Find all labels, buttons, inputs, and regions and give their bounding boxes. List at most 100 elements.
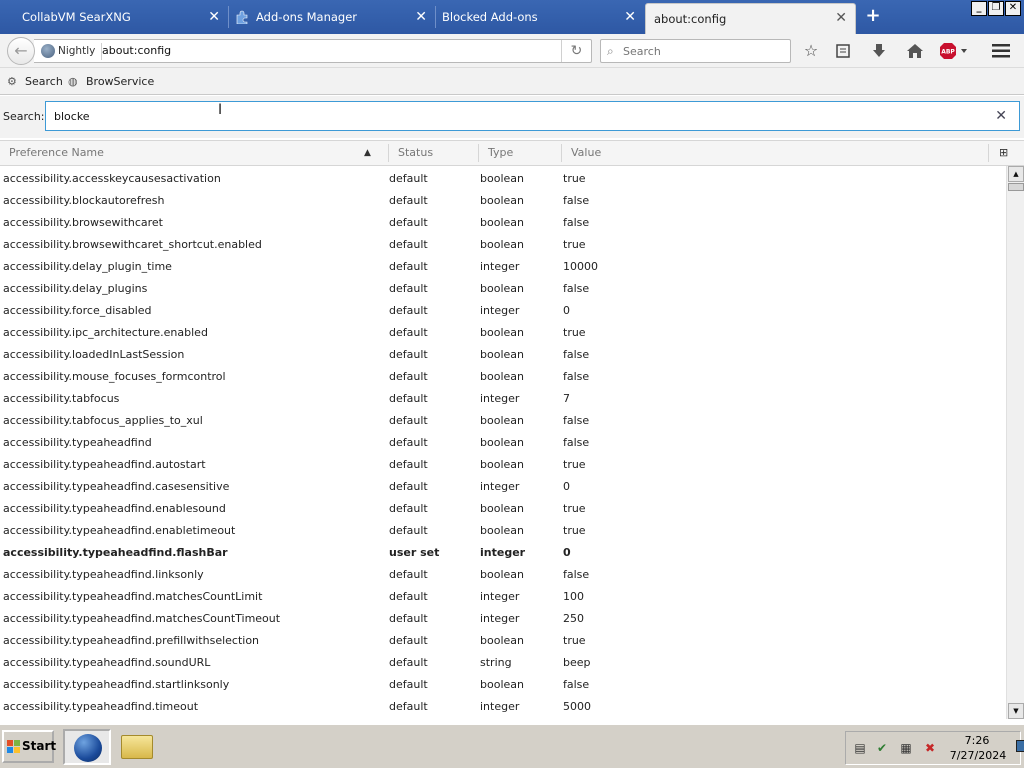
- preference-name: accessibility.typeaheadfind.enabletimeou…: [3, 524, 236, 537]
- search-bar[interactable]: ⌕: [600, 39, 791, 63]
- new-tab-button[interactable]: +: [864, 7, 882, 25]
- preference-row[interactable]: accessibility.typeaheadfind default boolea…: [0, 432, 1006, 454]
- adblock-icon[interactable]: ABP: [940, 40, 970, 62]
- close-window-button[interactable]: ✕: [1005, 1, 1021, 16]
- close-tab-icon[interactable]: ✕: [208, 9, 220, 25]
- config-search-input[interactable]: [54, 108, 954, 124]
- preference-row[interactable]: accessibility.typeaheadfind.linksonly def…: [0, 564, 1006, 586]
- close-tab-icon[interactable]: ✕: [624, 9, 636, 25]
- preference-row[interactable]: accessibility.typeaheadfind.prefillwiths…: [0, 630, 1006, 652]
- network-icon[interactable]: ▦: [898, 740, 914, 756]
- tab-about-config[interactable]: about:config ✕: [645, 3, 856, 34]
- search-input[interactable]: [623, 43, 783, 59]
- preference-row[interactable]: accessibility.tabfocus default integer 7: [0, 388, 1006, 410]
- preference-value: true: [563, 634, 586, 647]
- scroll-down-arrow-icon[interactable]: ▼: [1008, 703, 1024, 719]
- preference-value: true: [563, 458, 586, 471]
- preference-value: false: [563, 568, 590, 581]
- tab-addons-manager[interactable]: Add-ons Manager ✕: [229, 3, 435, 31]
- preference-row[interactable]: accessibility.loadedInLastSession default…: [0, 344, 1006, 366]
- restore-button[interactable]: ❐: [988, 1, 1004, 16]
- preference-row[interactable]: accessibility.typeaheadfind.matchesCount…: [0, 586, 1006, 608]
- taskbar-browser-button[interactable]: [63, 729, 111, 765]
- preference-name: accessibility.typeaheadfind.autostart: [3, 458, 206, 471]
- preference-type: integer: [480, 612, 520, 625]
- preference-row[interactable]: accessibility.blockautorefresh default boo…: [0, 190, 1006, 212]
- preference-name: accessibility.delay_plugins: [3, 282, 148, 295]
- preference-value: false: [563, 282, 590, 295]
- hamburger-menu-icon[interactable]: [990, 40, 1012, 62]
- show-desktop-icon[interactable]: [1016, 740, 1024, 752]
- preference-row[interactable]: accessibility.typeaheadfind.soundURL defa…: [0, 652, 1006, 674]
- preference-value: 0: [563, 304, 570, 317]
- shield-check-icon[interactable]: ✔: [874, 740, 890, 756]
- tab-title: about:config: [654, 12, 727, 26]
- downloads-icon[interactable]: [868, 40, 890, 62]
- config-search-box[interactable]: ✕: [45, 101, 1020, 131]
- preference-row[interactable]: accessibility.typeaheadfind.enabletimeou…: [0, 520, 1006, 542]
- preference-row[interactable]: accessibility.typeaheadfind.startlinkson…: [0, 674, 1006, 696]
- clear-search-icon[interactable]: ✕: [995, 107, 1007, 125]
- preference-row[interactable]: accessibility.typeaheadfind.flashBar user…: [0, 542, 1006, 564]
- bookmark-label: BrowService: [86, 75, 155, 88]
- vertical-scrollbar[interactable]: ▲ ▼: [1006, 166, 1024, 719]
- home-icon[interactable]: [904, 40, 926, 62]
- preference-name: accessibility.accesskeycausesactivation: [3, 172, 221, 185]
- preference-name: accessibility.typeaheadfind: [3, 436, 152, 449]
- column-value[interactable]: Value: [562, 141, 601, 165]
- column-preference-name[interactable]: Preference Name: [0, 141, 104, 165]
- preference-status: default: [389, 216, 428, 229]
- preference-status: default: [389, 590, 428, 603]
- reload-icon[interactable]: ↻: [561, 40, 591, 62]
- preference-row[interactable]: accessibility.ipc_architecture.enabled de…: [0, 322, 1006, 344]
- preference-row[interactable]: accessibility.delay_plugins default boolea…: [0, 278, 1006, 300]
- preference-row[interactable]: accessibility.delay_plugin_time default in…: [0, 256, 1006, 278]
- preference-name: accessibility.typeaheadfind.matchesCount…: [3, 612, 281, 625]
- preference-value: false: [563, 194, 590, 207]
- start-button[interactable]: Start: [2, 730, 57, 763]
- url-text[interactable]: about:config: [102, 40, 171, 62]
- tab-blocked-addons[interactable]: Blocked Add-ons ✕: [436, 3, 644, 31]
- sort-ascending-icon: ▲: [364, 148, 371, 158]
- preference-row[interactable]: accessibility.mouse_focuses_formcontrol d…: [0, 366, 1006, 388]
- bookmarks-menu-icon[interactable]: [832, 40, 854, 62]
- clipboard-icon[interactable]: ▤: [852, 740, 868, 756]
- clock-date[interactable]: 7/27/2024: [948, 749, 1008, 762]
- preference-row[interactable]: accessibility.typeaheadfind.casesensitiv…: [0, 476, 1006, 498]
- preference-type: integer: [480, 392, 520, 405]
- folder-icon: [121, 735, 153, 759]
- column-status[interactable]: Status: [389, 141, 433, 165]
- url-bar[interactable]: Nightly about:config ↻: [34, 39, 592, 63]
- close-tab-icon[interactable]: ✕: [835, 10, 847, 26]
- preference-row[interactable]: accessibility.typeaheadfind.timeout defau…: [0, 696, 1006, 718]
- clock-time[interactable]: 7:26: [962, 734, 992, 747]
- identity-box[interactable]: Nightly: [38, 43, 103, 60]
- taskbar-explorer-button[interactable]: [116, 729, 164, 765]
- preference-status: default: [389, 700, 428, 713]
- preference-value: 100: [563, 590, 584, 603]
- preference-row[interactable]: accessibility.browsewithcaret_shortcut.e…: [0, 234, 1006, 256]
- preference-row[interactable]: accessibility.typeaheadfind.enablesound d…: [0, 498, 1006, 520]
- bookmark-star-icon[interactable]: ☆: [800, 40, 822, 62]
- volume-muted-icon[interactable]: ✖: [922, 740, 938, 756]
- preference-row[interactable]: accessibility.typeaheadfind.matchesCount…: [0, 608, 1006, 630]
- preference-row[interactable]: accessibility.accesskeycausesactivation d…: [0, 168, 1006, 190]
- close-tab-icon[interactable]: ✕: [415, 9, 427, 25]
- bookmark-search[interactable]: ⚙ Search: [7, 74, 63, 90]
- preference-value: false: [563, 678, 590, 691]
- column-picker-icon[interactable]: ⊞: [999, 146, 1013, 160]
- preference-type: integer: [480, 480, 520, 493]
- tab-collabvm-searxng[interactable]: CollabVM SearXNG ✕: [0, 3, 228, 31]
- scrollbar-thumb[interactable]: [1008, 183, 1024, 191]
- start-label: Start: [22, 739, 57, 753]
- scroll-up-arrow-icon[interactable]: ▲: [1008, 166, 1024, 182]
- column-type[interactable]: Type: [479, 141, 513, 165]
- preference-row[interactable]: accessibility.browsewithcaret default bool…: [0, 212, 1006, 234]
- preference-row[interactable]: accessibility.tabfocus_applies_to_xul def…: [0, 410, 1006, 432]
- preference-row[interactable]: accessibility.force_disabled default integ…: [0, 300, 1006, 322]
- bookmark-browservice[interactable]: ◍ BrowService: [68, 74, 154, 90]
- preference-row[interactable]: accessibility.typeaheadfind.autostart def…: [0, 454, 1006, 476]
- minimize-button[interactable]: _: [971, 1, 987, 16]
- preference-type: boolean: [480, 238, 524, 251]
- back-button[interactable]: ←: [7, 37, 35, 65]
